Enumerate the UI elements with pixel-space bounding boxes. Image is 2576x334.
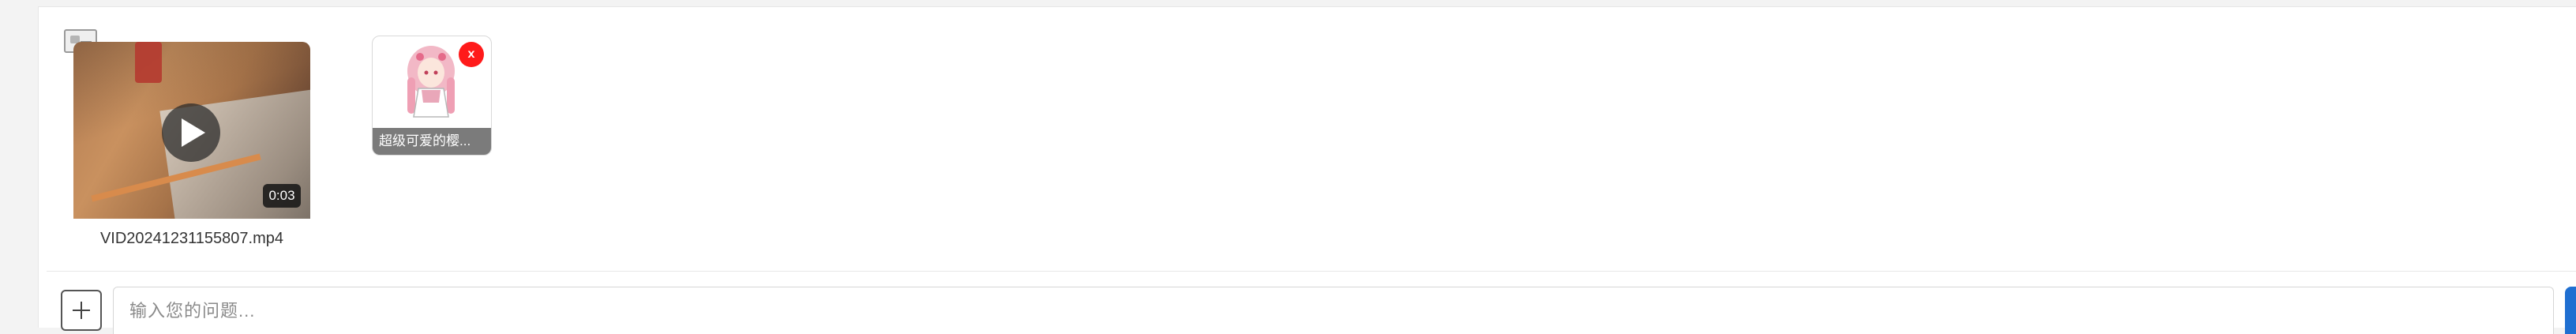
plus-icon [73,302,90,319]
thumbnail-detail [135,42,162,83]
composer-divider [47,271,2576,272]
chat-panel: 0:03 VID20241231155807.mp4 超级可爱的樱... x [38,6,2576,334]
play-icon [182,118,205,147]
video-filename: VID20241231155807.mp4 [99,230,284,247]
video-duration: 0:03 [263,184,301,208]
question-input[interactable] [113,287,2554,334]
figure-thumbnail [407,46,455,118]
video-thumbnail[interactable]: 0:03 [73,42,310,219]
remove-image-button[interactable]: x [459,42,484,67]
play-button[interactable] [162,103,220,162]
image-caption: 超级可爱的樱... [373,128,491,155]
add-attachment-button[interactable] [61,290,102,331]
send-button[interactable] [2565,287,2576,334]
video-attachment[interactable]: 0:03 VID20241231155807.mp4 [73,42,310,265]
attachment-area: 0:03 VID20241231155807.mp4 超级可爱的樱... x [39,7,2576,268]
